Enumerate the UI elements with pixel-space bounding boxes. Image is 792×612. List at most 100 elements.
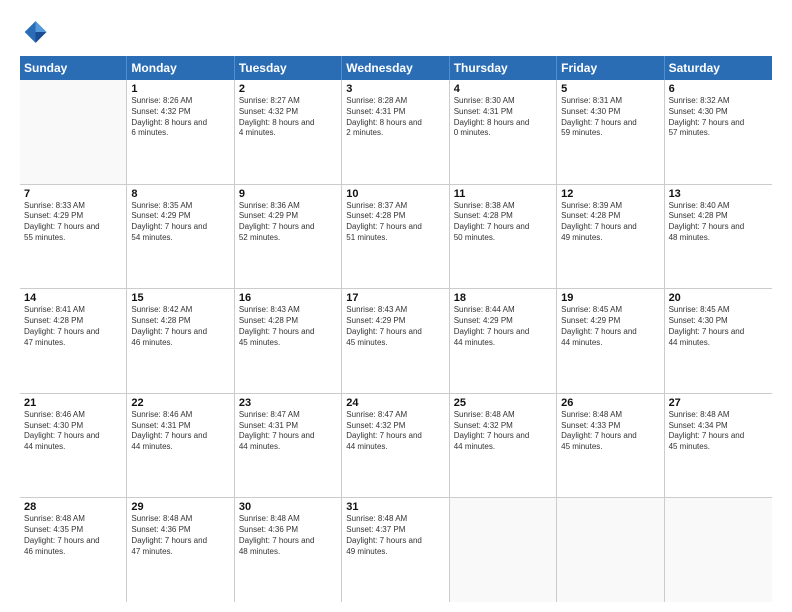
sunset-text: Sunset: 4:36 PM — [131, 525, 229, 536]
daylight-line2: 2 minutes. — [346, 128, 444, 139]
sunrise-text: Sunrise: 8:45 AM — [669, 305, 768, 316]
daylight-line1: Daylight: 7 hours and — [131, 327, 229, 338]
calendar-week-2: 7Sunrise: 8:33 AMSunset: 4:29 PMDaylight… — [20, 185, 772, 290]
sunrise-text: Sunrise: 8:30 AM — [454, 96, 552, 107]
sunset-text: Sunset: 4:30 PM — [561, 107, 659, 118]
day-number: 22 — [131, 397, 229, 409]
daylight-line2: 54 minutes. — [131, 233, 229, 244]
daylight-line1: Daylight: 7 hours and — [669, 327, 768, 338]
day-number: 26 — [561, 397, 659, 409]
day-cell-7: 7Sunrise: 8:33 AMSunset: 4:29 PMDaylight… — [20, 185, 127, 289]
daylight-line1: Daylight: 7 hours and — [346, 431, 444, 442]
header-day-tuesday: Tuesday — [235, 56, 342, 80]
empty-cell — [20, 80, 127, 184]
daylight-line1: Daylight: 7 hours and — [24, 327, 122, 338]
daylight-line2: 59 minutes. — [561, 128, 659, 139]
sunrise-text: Sunrise: 8:46 AM — [24, 410, 122, 421]
empty-cell — [450, 498, 557, 602]
day-number: 2 — [239, 83, 337, 95]
calendar: SundayMondayTuesdayWednesdayThursdayFrid… — [20, 56, 772, 602]
daylight-line2: 52 minutes. — [239, 233, 337, 244]
sunrise-text: Sunrise: 8:48 AM — [239, 514, 337, 525]
daylight-line2: 45 minutes. — [346, 338, 444, 349]
sunrise-text: Sunrise: 8:32 AM — [669, 96, 768, 107]
daylight-line2: 0 minutes. — [454, 128, 552, 139]
day-number: 3 — [346, 83, 444, 95]
daylight-line1: Daylight: 7 hours and — [239, 431, 337, 442]
sunrise-text: Sunrise: 8:36 AM — [239, 201, 337, 212]
day-cell-18: 18Sunrise: 8:44 AMSunset: 4:29 PMDayligh… — [450, 289, 557, 393]
day-number: 27 — [669, 397, 768, 409]
day-number: 16 — [239, 292, 337, 304]
daylight-line1: Daylight: 7 hours and — [454, 327, 552, 338]
daylight-line1: Daylight: 7 hours and — [239, 536, 337, 547]
sunrise-text: Sunrise: 8:48 AM — [346, 514, 444, 525]
sunset-text: Sunset: 4:31 PM — [346, 107, 444, 118]
daylight-line1: Daylight: 7 hours and — [669, 431, 768, 442]
day-number: 29 — [131, 501, 229, 513]
sunset-text: Sunset: 4:36 PM — [239, 525, 337, 536]
sunrise-text: Sunrise: 8:48 AM — [669, 410, 768, 421]
daylight-line1: Daylight: 8 hours and — [131, 118, 229, 129]
daylight-line2: 49 minutes. — [561, 233, 659, 244]
day-cell-28: 28Sunrise: 8:48 AMSunset: 4:35 PMDayligh… — [20, 498, 127, 602]
day-cell-8: 8Sunrise: 8:35 AMSunset: 4:29 PMDaylight… — [127, 185, 234, 289]
sunset-text: Sunset: 4:37 PM — [346, 525, 444, 536]
sunrise-text: Sunrise: 8:27 AM — [239, 96, 337, 107]
day-number: 13 — [669, 188, 768, 200]
sunset-text: Sunset: 4:29 PM — [24, 211, 122, 222]
day-cell-17: 17Sunrise: 8:43 AMSunset: 4:29 PMDayligh… — [342, 289, 449, 393]
day-number: 14 — [24, 292, 122, 304]
daylight-line1: Daylight: 7 hours and — [454, 431, 552, 442]
day-number: 24 — [346, 397, 444, 409]
header-day-sunday: Sunday — [20, 56, 127, 80]
sunset-text: Sunset: 4:34 PM — [669, 421, 768, 432]
day-number: 11 — [454, 188, 552, 200]
daylight-line2: 45 minutes. — [561, 442, 659, 453]
header-day-friday: Friday — [557, 56, 664, 80]
day-number: 17 — [346, 292, 444, 304]
day-cell-9: 9Sunrise: 8:36 AMSunset: 4:29 PMDaylight… — [235, 185, 342, 289]
day-cell-20: 20Sunrise: 8:45 AMSunset: 4:30 PMDayligh… — [665, 289, 772, 393]
sunset-text: Sunset: 4:31 PM — [131, 421, 229, 432]
daylight-line1: Daylight: 7 hours and — [561, 431, 659, 442]
sunset-text: Sunset: 4:28 PM — [561, 211, 659, 222]
header-day-thursday: Thursday — [450, 56, 557, 80]
daylight-line1: Daylight: 8 hours and — [454, 118, 552, 129]
sunrise-text: Sunrise: 8:31 AM — [561, 96, 659, 107]
day-cell-31: 31Sunrise: 8:48 AMSunset: 4:37 PMDayligh… — [342, 498, 449, 602]
daylight-line2: 49 minutes. — [346, 547, 444, 558]
daylight-line1: Daylight: 7 hours and — [561, 222, 659, 233]
sunset-text: Sunset: 4:32 PM — [239, 107, 337, 118]
header-day-monday: Monday — [127, 56, 234, 80]
day-cell-14: 14Sunrise: 8:41 AMSunset: 4:28 PMDayligh… — [20, 289, 127, 393]
sunset-text: Sunset: 4:31 PM — [454, 107, 552, 118]
daylight-line1: Daylight: 7 hours and — [346, 327, 444, 338]
day-cell-22: 22Sunrise: 8:46 AMSunset: 4:31 PMDayligh… — [127, 394, 234, 498]
daylight-line2: 48 minutes. — [239, 547, 337, 558]
day-number: 8 — [131, 188, 229, 200]
sunset-text: Sunset: 4:28 PM — [131, 316, 229, 327]
sunset-text: Sunset: 4:28 PM — [454, 211, 552, 222]
sunrise-text: Sunrise: 8:45 AM — [561, 305, 659, 316]
day-cell-23: 23Sunrise: 8:47 AMSunset: 4:31 PMDayligh… — [235, 394, 342, 498]
day-cell-4: 4Sunrise: 8:30 AMSunset: 4:31 PMDaylight… — [450, 80, 557, 184]
day-number: 12 — [561, 188, 659, 200]
day-number: 6 — [669, 83, 768, 95]
daylight-line1: Daylight: 7 hours and — [346, 222, 444, 233]
day-cell-15: 15Sunrise: 8:42 AMSunset: 4:28 PMDayligh… — [127, 289, 234, 393]
day-cell-16: 16Sunrise: 8:43 AMSunset: 4:28 PMDayligh… — [235, 289, 342, 393]
daylight-line2: 44 minutes. — [131, 442, 229, 453]
day-cell-25: 25Sunrise: 8:48 AMSunset: 4:32 PMDayligh… — [450, 394, 557, 498]
sunset-text: Sunset: 4:32 PM — [131, 107, 229, 118]
day-number: 1 — [131, 83, 229, 95]
day-number: 31 — [346, 501, 444, 513]
day-cell-3: 3Sunrise: 8:28 AMSunset: 4:31 PMDaylight… — [342, 80, 449, 184]
daylight-line2: 44 minutes. — [669, 338, 768, 349]
daylight-line1: Daylight: 7 hours and — [454, 222, 552, 233]
day-cell-1: 1Sunrise: 8:26 AMSunset: 4:32 PMDaylight… — [127, 80, 234, 184]
sunrise-text: Sunrise: 8:46 AM — [131, 410, 229, 421]
day-number: 25 — [454, 397, 552, 409]
sunset-text: Sunset: 4:29 PM — [131, 211, 229, 222]
day-number: 10 — [346, 188, 444, 200]
